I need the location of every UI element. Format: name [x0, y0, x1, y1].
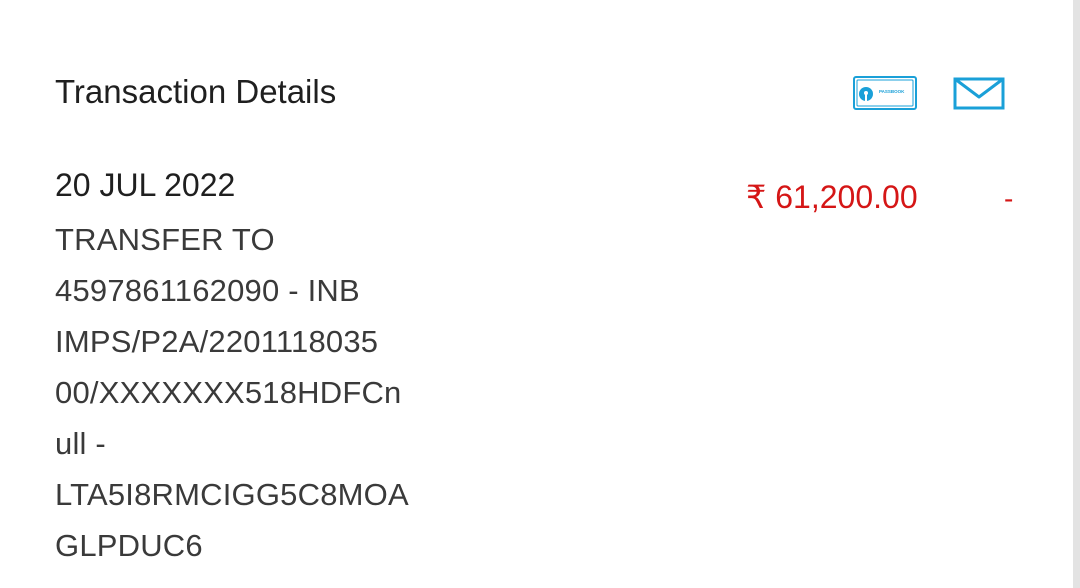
- passbook-icon-text: PASSBOOK: [879, 89, 905, 94]
- transaction-amount: ₹ 61,200.00: [746, 179, 918, 215]
- passbook-button[interactable]: PASSBOOK: [853, 76, 917, 110]
- transaction-description: TRANSFER TO 4597861162090 - INB IMPS/P2A…: [55, 214, 475, 571]
- debit-indicator: -: [1004, 183, 1014, 214]
- transaction-date: 20 JUL 2022: [55, 167, 236, 203]
- description-line: TRANSFER TO: [55, 222, 275, 257]
- description-line: IMPS/P2A/2201118035: [55, 324, 379, 359]
- description-line: 4597861162090 - INB: [55, 273, 360, 308]
- description-line: GLPDUC6: [55, 528, 203, 563]
- page-title: Transaction Details: [55, 73, 337, 110]
- description-line: ull -: [55, 426, 106, 461]
- scroll-edge: [1073, 0, 1080, 588]
- envelope-icon: [953, 77, 1005, 110]
- description-line: LTA5I8RMCIGG5C8MOA: [55, 477, 409, 512]
- passbook-icon: PASSBOOK: [853, 76, 917, 110]
- description-line: 00/XXXXXXX518HDFCn: [55, 375, 402, 410]
- email-button[interactable]: [953, 77, 1005, 110]
